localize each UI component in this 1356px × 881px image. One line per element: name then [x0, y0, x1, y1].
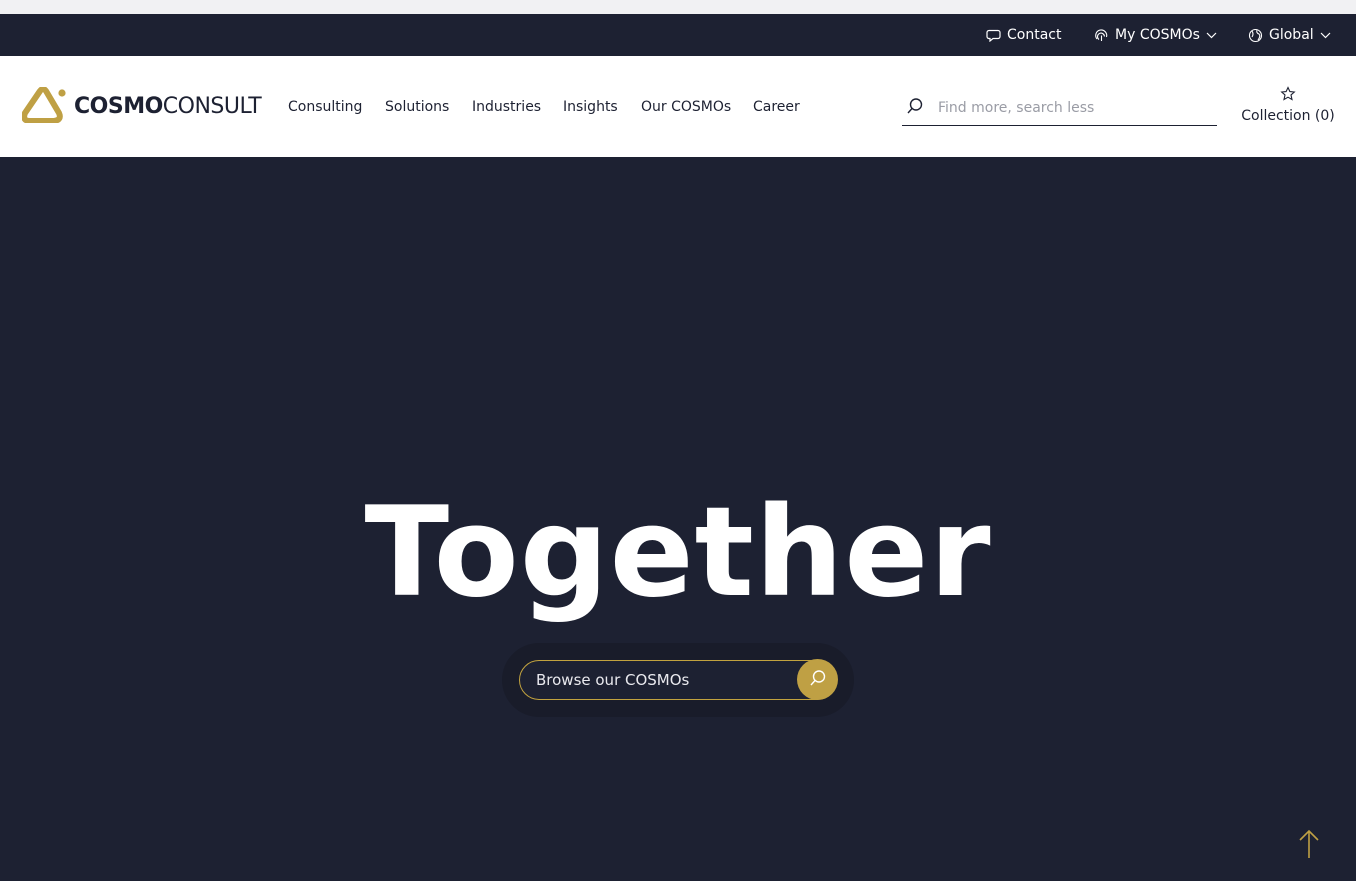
- fingerprint-icon: [1094, 28, 1109, 43]
- global-label: Global: [1269, 27, 1314, 43]
- chat-bubble-icon: [986, 28, 1001, 42]
- collection-label: Collection (0): [1241, 108, 1335, 124]
- contact-link[interactable]: Contact: [986, 14, 1061, 56]
- search-input[interactable]: [938, 99, 1198, 116]
- hero-title: Together: [364, 481, 992, 625]
- scroll-to-top-button[interactable]: [1296, 829, 1322, 863]
- star-icon: [1280, 86, 1296, 106]
- browse-cosmos-search[interactable]: Browse our COSMOs: [519, 659, 838, 700]
- logo-mark-icon: [21, 86, 68, 127]
- nav-industries[interactable]: Industries: [472, 98, 541, 116]
- nav-consulting[interactable]: Consulting: [288, 98, 362, 116]
- search-icon: [809, 669, 827, 691]
- contact-label: Contact: [1007, 27, 1062, 43]
- browser-strip: [0, 0, 1356, 14]
- cosmo-consult-logo[interactable]: COSMOCONSULT: [21, 86, 262, 127]
- collection-button[interactable]: Collection (0): [1236, 86, 1340, 126]
- global-dropdown[interactable]: Global: [1248, 14, 1331, 56]
- my-cosmos-label: My COSMOs: [1115, 27, 1200, 43]
- main-nav: COSMOCONSULT Consulting Solutions Indust…: [0, 56, 1356, 157]
- search-icon[interactable]: [902, 97, 924, 119]
- nav-solutions[interactable]: Solutions: [385, 98, 449, 116]
- arrow-up-icon: [1298, 829, 1320, 863]
- nav-career[interactable]: Career: [753, 98, 800, 116]
- logo-text: COSMOCONSULT: [74, 94, 262, 119]
- browse-search-button[interactable]: [797, 659, 838, 700]
- site-search: [902, 90, 1217, 126]
- browse-cosmos-label: Browse our COSMOs: [536, 671, 690, 689]
- my-cosmos-dropdown[interactable]: My COSMOs: [1094, 14, 1217, 56]
- nav-insights[interactable]: Insights: [563, 98, 618, 116]
- chevron-down-icon: [1320, 32, 1331, 39]
- utility-bar: Contact My COSMOs Global: [0, 14, 1356, 56]
- chevron-down-icon: [1206, 32, 1217, 39]
- hero-section: Together Browse our COSMOs: [0, 157, 1356, 881]
- logo-text-bold: COSMO: [74, 94, 163, 119]
- globe-icon: [1248, 28, 1263, 43]
- logo-text-light: CONSULT: [162, 94, 262, 119]
- nav-our-cosmos[interactable]: Our COSMOs: [641, 98, 731, 116]
